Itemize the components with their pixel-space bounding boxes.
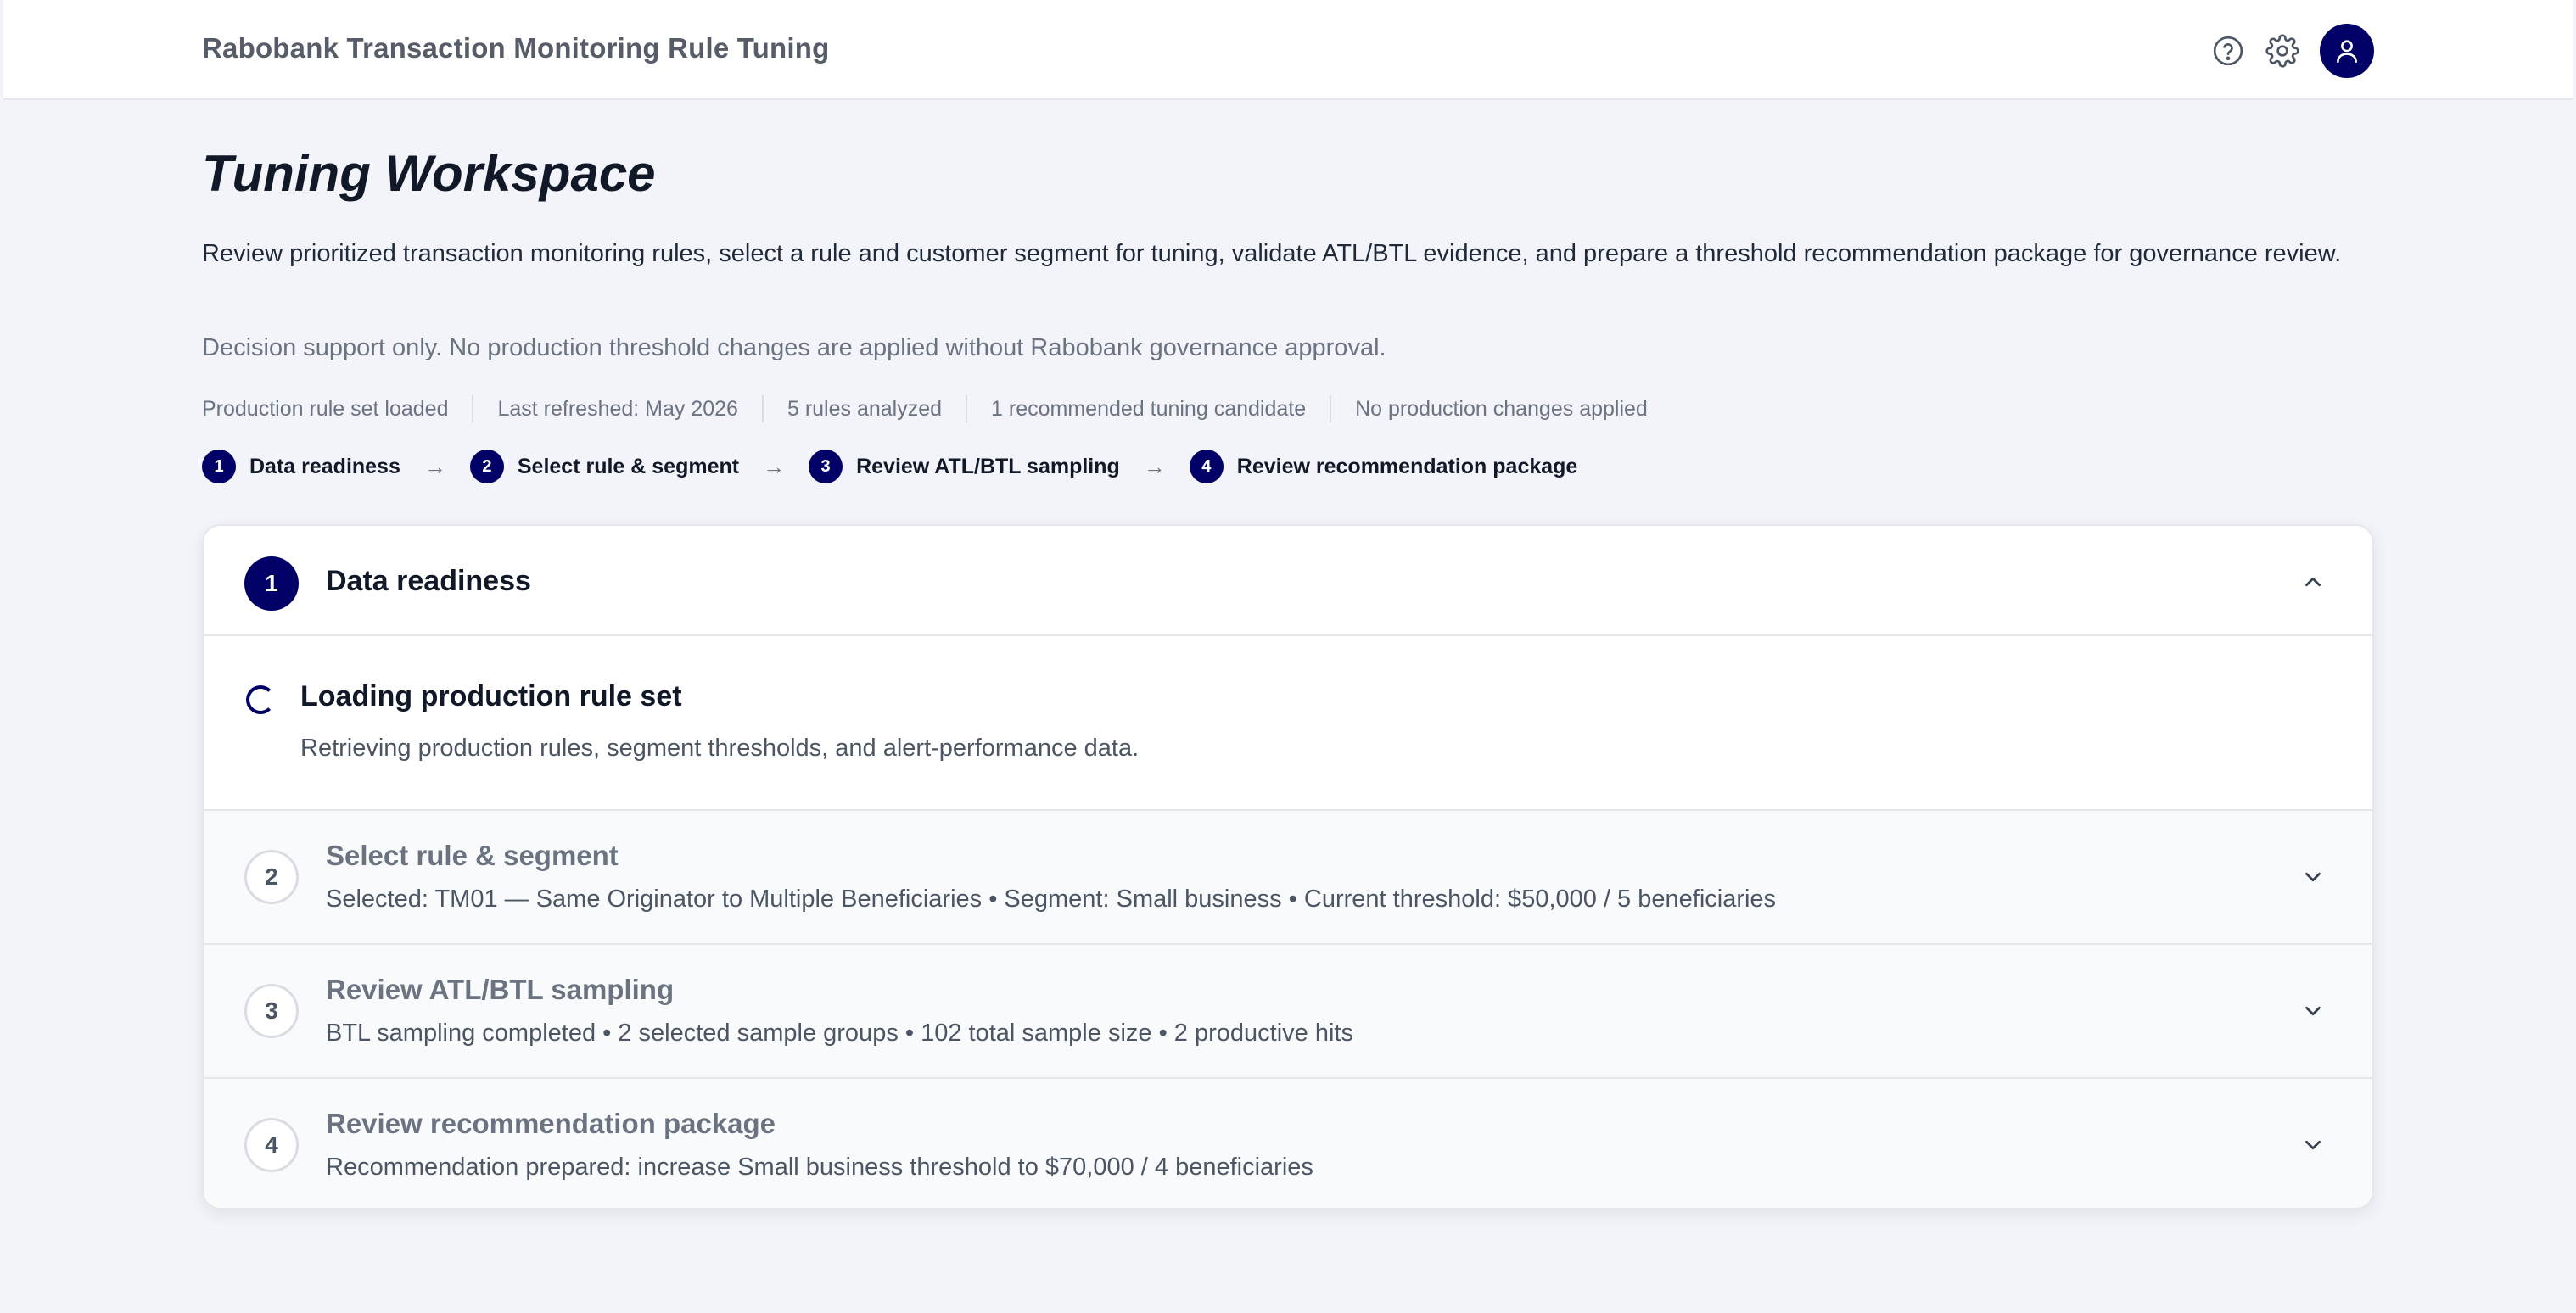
section-number: 3 <box>244 984 299 1038</box>
section-summary: BTL sampling completed • 2 selected samp… <box>326 1020 1353 1047</box>
section-number: 2 <box>244 850 299 904</box>
step-number: 3 <box>809 450 843 483</box>
page-title: Tuning Workspace <box>202 145 656 202</box>
section-title: Select rule & segment <box>326 840 619 871</box>
stepper-step-data-readiness[interactable]: 1 Data readiness <box>202 450 400 483</box>
governance-note: Decision support only. No production thr… <box>202 334 1386 361</box>
loading-description: Retrieving production rules, segment thr… <box>300 735 1140 762</box>
step-label: Review ATL/BTL sampling <box>856 454 1120 478</box>
step-number: 2 <box>469 450 504 483</box>
section-title: Review recommendation package <box>326 1108 776 1139</box>
stepper-step-select-rule[interactable]: 2 Select rule & segment <box>469 450 740 483</box>
user-avatar-button[interactable] <box>2320 24 2374 78</box>
chevron-down-icon[interactable] <box>2299 1131 2327 1159</box>
arrow-right-icon: → <box>763 453 786 479</box>
status-row: Production rule set loaded Last refreshe… <box>202 395 1672 422</box>
help-button[interactable] <box>2209 32 2247 70</box>
stepper-step-atl-btl[interactable]: 3 Review ATL/BTL sampling <box>809 450 1120 483</box>
gear-icon <box>2265 34 2299 68</box>
chevron-down-icon[interactable] <box>2299 863 2327 891</box>
stepper-step-recommendation[interactable]: 4 Review recommendation package <box>1189 450 1578 483</box>
section-row-atl-btl[interactable]: 3 Review ATL/BTL sampling BTL sampling c… <box>204 943 2372 1077</box>
section-header-data-readiness[interactable]: 1 Data readiness <box>204 526 2372 636</box>
settings-button[interactable] <box>2264 32 2301 70</box>
status-item: No production changes applied <box>1330 395 1672 422</box>
workflow-card: 1 Data readiness Loading production rule… <box>202 524 2374 1210</box>
status-item: Production rule set loaded <box>202 397 449 421</box>
arrow-right-icon: → <box>423 453 446 479</box>
user-icon <box>2337 40 2357 64</box>
section-number: 4 <box>244 1118 299 1172</box>
section-row-recommendation[interactable]: 4 Review recommendation package Recommen… <box>204 1077 2372 1208</box>
section-row-select-rule[interactable]: 2 Select rule & segment Selected: TM01 —… <box>204 809 2372 943</box>
section-number: 1 <box>244 556 299 611</box>
section-summary: Recommendation prepared: increase Small … <box>326 1154 1313 1181</box>
section-title: Data readiness <box>326 565 531 597</box>
top-bar: Rabobank Transaction Monitoring Rule Tun… <box>3 0 2573 100</box>
step-number: 4 <box>1189 450 1224 483</box>
app-frame: Rabobank Transaction Monitoring Rule Tun… <box>3 0 2573 1313</box>
help-circle-icon <box>2213 36 2243 66</box>
loading-title: Loading production rule set <box>300 680 682 712</box>
status-item: Last refreshed: May 2026 <box>472 395 762 422</box>
loading-spinner-icon <box>246 685 275 714</box>
chevron-up-icon[interactable] <box>2299 568 2327 595</box>
step-number: 1 <box>202 450 236 483</box>
app-title: Rabobank Transaction Monitoring Rule Tun… <box>202 32 830 64</box>
step-label: Select rule & segment <box>517 454 740 478</box>
arrow-right-icon: → <box>1143 453 1166 479</box>
chevron-down-icon[interactable] <box>2299 997 2327 1025</box>
page-description: Review prioritized transaction monitorin… <box>202 240 2342 267</box>
section-title: Review ATL/BTL sampling <box>326 974 675 1005</box>
loading-panel: Loading production rule set Retrieving p… <box>204 636 2372 809</box>
progress-stepper: 1 Data readiness → 2 Select rule & segme… <box>202 450 1577 483</box>
step-label: Data readiness <box>249 454 400 478</box>
step-label: Review recommendation package <box>1236 454 1578 478</box>
status-item: 5 rules analyzed <box>761 395 966 422</box>
section-summary: Selected: TM01 — Same Originator to Mult… <box>326 886 1777 913</box>
status-item: 1 recommended tuning candidate <box>966 395 1330 422</box>
